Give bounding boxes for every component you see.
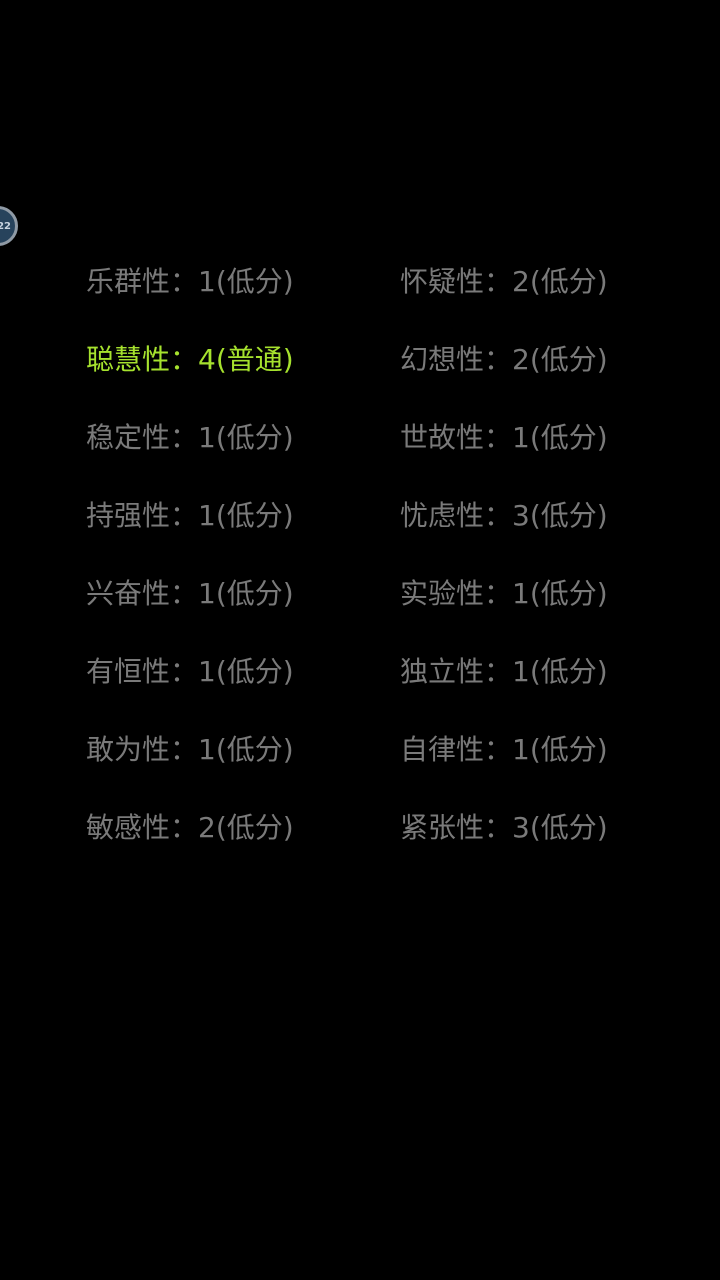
factor-item-emotional-stability: 稳定性：1(低分) xyxy=(86,421,294,454)
factor-item-perfectionism: 自律性：1(低分) xyxy=(400,733,608,766)
factor-row: 敢为性：1(低分) 自律性：1(低分) xyxy=(86,726,646,804)
personality-factor-grid: 乐群性：1(低分) 怀疑性：2(低分) 聪慧性：4(普通) 幻想性：2(低分) … xyxy=(86,258,646,882)
factor-row: 兴奋性：1(低分) 实验性：1(低分) xyxy=(86,570,646,648)
factor-row: 有恒性：1(低分) 独立性：1(低分) xyxy=(86,648,646,726)
factor-row: 聪慧性：4(普通) 幻想性：2(低分) xyxy=(86,336,646,414)
factor-item-privateness: 世故性：1(低分) xyxy=(400,421,608,454)
factor-item-social-boldness: 敢为性：1(低分) xyxy=(86,733,294,766)
factor-item-sensitivity: 敏感性：2(低分) xyxy=(86,811,294,844)
floating-assistant-bubble[interactable]: 22 xyxy=(0,206,18,246)
factor-item-vigilance: 怀疑性：2(低分) xyxy=(400,265,608,298)
factor-row: 稳定性：1(低分) 世故性：1(低分) xyxy=(86,414,646,492)
floating-bubble-label: 22 xyxy=(0,220,11,232)
factor-item-apprehension: 忧虑性：3(低分) xyxy=(400,499,608,532)
factor-item-abstractedness: 幻想性：2(低分) xyxy=(400,343,608,376)
factor-item-openness-to-change: 实验性：1(低分) xyxy=(400,577,608,610)
factor-item-liveliness: 兴奋性：1(低分) xyxy=(86,577,294,610)
factor-item-dominance: 持强性：1(低分) xyxy=(86,499,294,532)
factor-item-warmth: 乐群性：1(低分) xyxy=(86,265,294,298)
factor-item-tension: 紧张性：3(低分) xyxy=(400,811,608,844)
factor-item-self-reliance: 独立性：1(低分) xyxy=(400,655,608,688)
factor-item-reasoning: 聪慧性：4(普通) xyxy=(86,343,294,376)
factor-item-rule-consciousness: 有恒性：1(低分) xyxy=(86,655,294,688)
factor-row: 乐群性：1(低分) 怀疑性：2(低分) xyxy=(86,258,646,336)
factor-row: 持强性：1(低分) 忧虑性：3(低分) xyxy=(86,492,646,570)
factor-row: 敏感性：2(低分) 紧张性：3(低分) xyxy=(86,804,646,882)
